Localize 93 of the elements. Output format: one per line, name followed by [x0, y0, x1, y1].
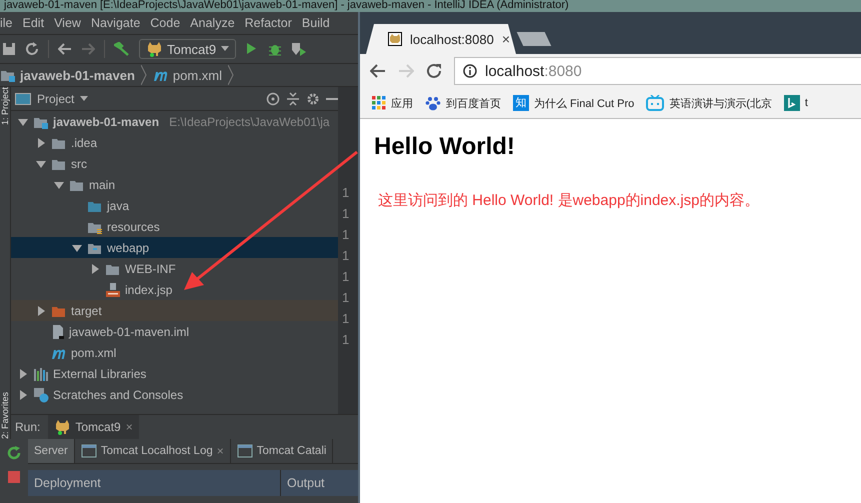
menu-item[interactable]: Build: [302, 16, 330, 30]
bug-icon[interactable]: [268, 42, 282, 56]
close-icon[interactable]: ×: [502, 31, 510, 47]
browser-tab[interactable]: localhost:8080 ×: [366, 24, 516, 54]
log-window-icon: [80, 444, 97, 458]
reload-icon[interactable]: [426, 63, 442, 79]
collapsed-arrow-icon[interactable]: [35, 136, 47, 148]
favicon-icon: [388, 32, 402, 46]
save-icon[interactable]: [2, 42, 16, 56]
panel-icon: [15, 92, 31, 104]
caret-icon: [221, 46, 230, 52]
tree-item[interactable]: target: [11, 300, 338, 321]
bookmark[interactable]: t: [784, 95, 808, 111]
menu-item[interactable]: Refactor: [244, 16, 292, 30]
chevron-icon: [140, 65, 147, 85]
scratches-icon: [33, 386, 49, 402]
line-number: 1: [342, 290, 350, 307]
bookmark[interactable]: 应用: [372, 96, 413, 110]
file-icon: [51, 324, 65, 340]
apps-grid-icon: [372, 96, 386, 110]
back-arrow-icon[interactable]: [58, 43, 72, 55]
settings-icon[interactable]: [306, 92, 320, 106]
new-tab-button[interactable]: [516, 32, 552, 46]
side-tab[interactable]: 1: Project: [0, 87, 10, 126]
close-icon[interactable]: ×: [126, 420, 133, 434]
menu-item[interactable]: Navigate: [90, 16, 140, 30]
collapse-all-icon[interactable]: [286, 92, 300, 106]
module-folder-icon: [0, 68, 16, 82]
breadcrumb[interactable]: pom.xml: [152, 68, 222, 82]
run-config-dropdown[interactable]: Tomcat9: [139, 39, 236, 59]
run-tab[interactable]: Tomcat9 ×: [48, 415, 139, 439]
hammer-icon[interactable]: [114, 42, 130, 56]
side-tab[interactable]: 2: Favorites: [0, 392, 10, 439]
menu-item[interactable]: ile: [0, 16, 13, 30]
tree-item[interactable]: webapp: [11, 237, 338, 258]
paw-icon: [425, 95, 441, 111]
bookmark[interactable]: 知 为什么 Final Cut Pro: [513, 95, 634, 111]
bookmark[interactable]: 英语演讲与演示(北京: [646, 95, 772, 111]
b-logo-icon: [784, 95, 800, 111]
line-number: 1: [342, 248, 350, 265]
run-label: Run:: [15, 420, 40, 434]
zhihu-logo-icon: 知: [513, 95, 529, 111]
panel-title[interactable]: Project: [37, 92, 74, 106]
line-number: 1: [342, 311, 350, 328]
shield-run-icon[interactable]: [291, 42, 308, 56]
tree-item[interactable]: WEB-INF: [11, 258, 338, 279]
line-number: 1: [342, 269, 350, 286]
menu-item[interactable]: Analyze: [190, 16, 235, 30]
line-number: 1: [342, 332, 350, 349]
tomcat-icon: [146, 41, 162, 57]
close-icon[interactable]: ×: [216, 444, 224, 458]
address-bar[interactable]: localhost:8080: [454, 57, 861, 85]
bookmark[interactable]: 到百度首页: [425, 95, 501, 111]
tree-item[interactable]: src: [11, 153, 338, 174]
libraries-icon: [33, 366, 49, 380]
back-arrow-icon[interactable]: [370, 64, 386, 78]
jsp-file-icon: [105, 282, 121, 298]
tree-item[interactable]: External Libraries: [11, 363, 338, 384]
console-tab[interactable]: Server: [28, 439, 75, 463]
locate-target-icon[interactable]: [266, 92, 280, 106]
collapsed-arrow-icon[interactable]: [17, 388, 29, 400]
menu-item[interactable]: Code: [150, 16, 180, 30]
column-header: Deployment: [28, 470, 281, 496]
tree-item[interactable]: main: [11, 174, 338, 195]
tree-item[interactable]: Scratches and Consoles: [11, 384, 338, 405]
collapsed-arrow-icon[interactable]: [35, 304, 47, 316]
collapsed-arrow-icon[interactable]: [89, 262, 101, 274]
rerun-icon[interactable]: [6, 445, 22, 461]
menu-item[interactable]: Edit: [22, 16, 44, 30]
sync-icon[interactable]: [25, 42, 39, 56]
window-title: javaweb-01-maven [E:\IdeaProjects\JavaWeb01\javaweb-01-maven] - javaweb-maven - IntelliJ IDEA (Administrator): [0, 0, 861, 12]
tree-item[interactable]: resources: [11, 216, 338, 237]
log-window-icon: [236, 444, 253, 458]
column-header: Output: [286, 475, 325, 492]
tree-item[interactable]: javaweb-01-maven.iml: [11, 321, 338, 342]
tree-item[interactable]: javaweb-01-maven E:\IdeaProjects\JavaWeb01\ja: [11, 111, 338, 132]
caret-icon: [80, 96, 88, 102]
collapsed-arrow-icon[interactable]: [17, 368, 29, 380]
menu-item[interactable]: View: [54, 16, 81, 30]
line-number: 1: [342, 206, 350, 223]
tree-item[interactable]: pom.xml: [11, 342, 338, 363]
tomcat-icon: [54, 419, 70, 435]
info-icon: [463, 64, 477, 78]
page-heading: Hello World!: [374, 133, 516, 161]
breadcrumb[interactable]: javaweb-01-maven: [0, 68, 135, 82]
tv-face-icon: [646, 95, 664, 111]
annotation-text: 这里访问到的 Hello World! 是webapp的index.jsp的内容。: [378, 191, 760, 210]
line-number: 1: [342, 185, 350, 202]
chevron-icon: [228, 65, 234, 85]
line-number: 1: [342, 227, 350, 244]
tree-item[interactable]: .idea: [11, 132, 338, 153]
tree-item[interactable]: index.jsp: [11, 279, 338, 300]
tree-item[interactable]: java: [11, 195, 338, 216]
